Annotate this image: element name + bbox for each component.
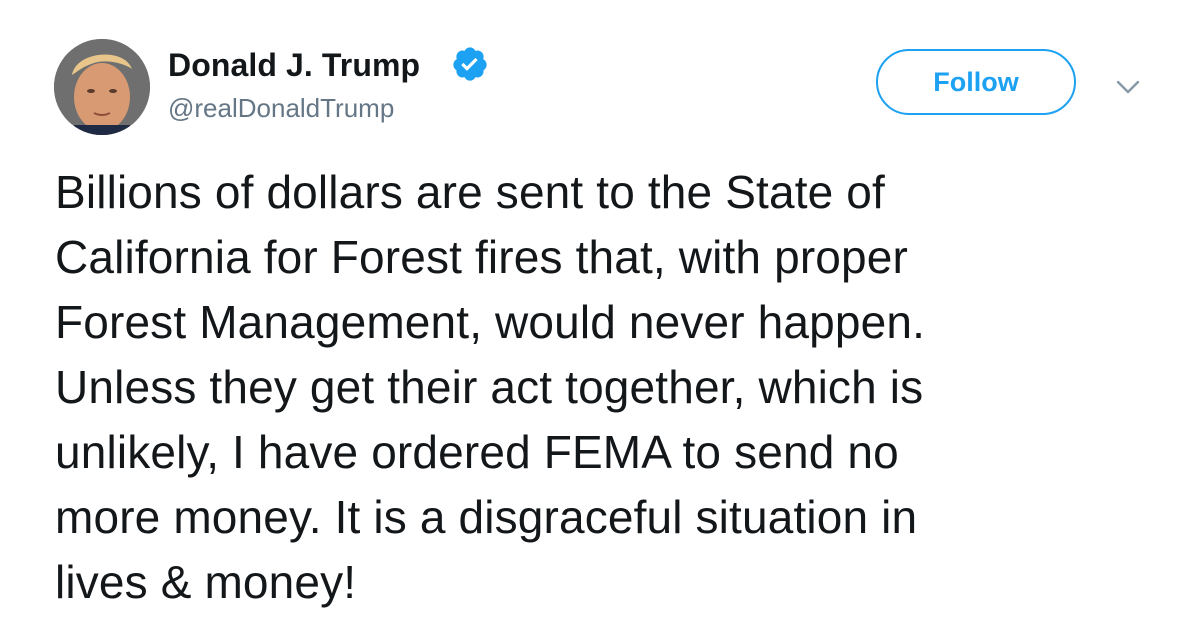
tweet-text-line: lives & money! <box>55 556 357 608</box>
tweet-text: Billions of dollars are sent to the Stat… <box>55 160 1165 615</box>
tweet-text-line: more money. It is a disgraceful situatio… <box>55 491 918 543</box>
tweet-text-line: California for Forest fires that, with p… <box>55 231 908 283</box>
tweet-card: Donald J. Trump @realDonaldTrump Follow … <box>0 0 1200 621</box>
profile-photo <box>54 39 150 135</box>
tweet-text-line: Billions of dollars are sent to the Stat… <box>55 166 885 218</box>
follow-button[interactable]: Follow <box>876 49 1076 115</box>
tweet-text-line: Unless they get their act together, whic… <box>55 361 924 413</box>
author-avatar[interactable] <box>54 39 150 135</box>
author-display-name[interactable]: Donald J. Trump <box>168 46 420 84</box>
tweet-text-line: unlikely, I have ordered FEMA to send no <box>55 426 899 478</box>
verified-badge-icon <box>453 47 487 81</box>
author-handle[interactable]: @realDonaldTrump <box>168 92 394 124</box>
tweet-text-line: Forest Management, would never happen. <box>55 296 925 348</box>
chevron-down-icon[interactable] <box>1114 74 1142 98</box>
